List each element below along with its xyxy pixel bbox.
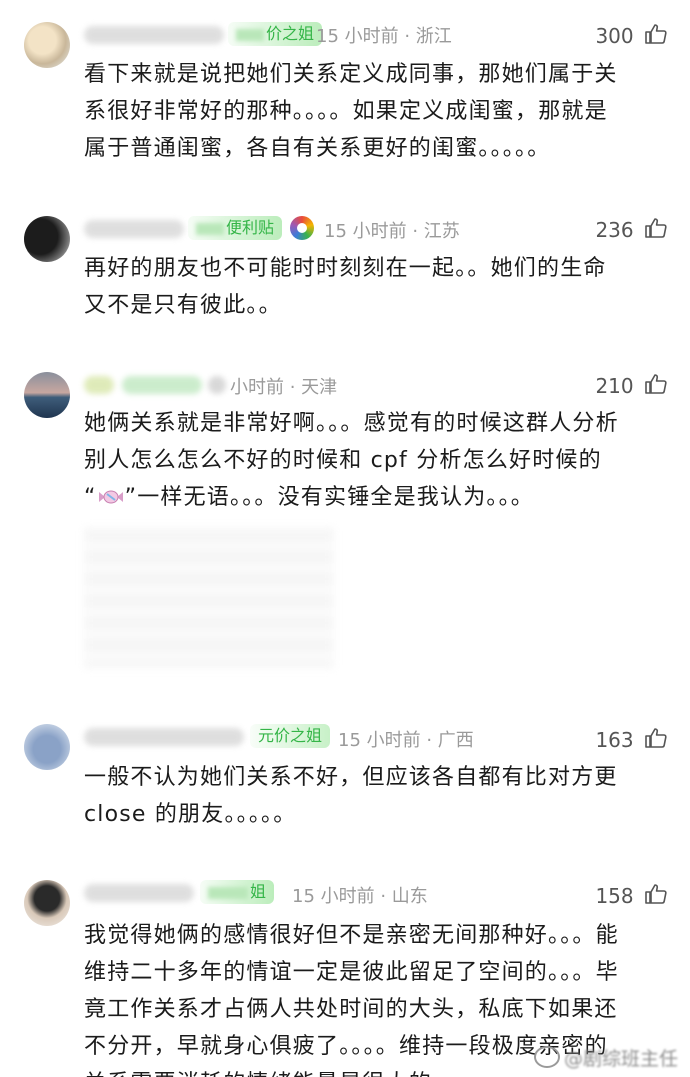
user-badge[interactable]: 姐 (200, 880, 275, 904)
like-count: 210 (595, 374, 634, 398)
comment-meta: 15 小时前 · 山东 (292, 886, 428, 907)
quote-open: “ (84, 485, 97, 510)
comment-line: 我觉得她俩的感情很好但不是亲密无间那种好。。。能 (84, 923, 619, 948)
comment-line: 别人怎么怎么不好的时候和 cpf 分析怎么好时候的 (84, 448, 602, 473)
like-button[interactable]: 300 (595, 22, 668, 48)
thumbs-up-icon (645, 884, 667, 904)
comment-line: 属于普通闺蜜，各自有关系更好的闺蜜。。。。。 (84, 136, 551, 161)
comment-line: 看下来就是说把她们关系定义成同事，那她们属于关 (84, 62, 618, 87)
comment-text: 她俩关系就是非常好啊。。。感觉有的时候这群人分析 别人怎么怎么不好的时候和 cp… (84, 405, 666, 516)
comment-text: 再好的朋友也不可能时时刻刻在一起。。她们的生命 又不是只有彼此。。 (84, 250, 666, 324)
username-blurred[interactable] (84, 884, 194, 902)
user-badge[interactable]: 便利贴 (188, 216, 283, 240)
comment-line: 竟工作关系才占俩人共处时间的大头，私底下如果还 (84, 997, 618, 1022)
quote-rest: ”一样无语。。。没有实锤全是我认为。。。 (124, 485, 535, 510)
like-button[interactable]: 236 (595, 216, 668, 242)
username-blurred[interactable] (84, 220, 184, 238)
user-badge[interactable]: 元价之姐 (250, 724, 331, 748)
like-button[interactable]: 210 (595, 372, 668, 398)
candy-emoji-icon (98, 490, 123, 504)
like-button[interactable]: 158 (595, 882, 668, 908)
like-count: 300 (595, 24, 634, 48)
comment-text: 看下来就是说把她们关系定义成同事，那她们属于关 系很好非常好的那种。。。。如果定… (84, 56, 666, 167)
badge-label: 元价之姐 (258, 726, 323, 745)
thumbs-up-icon (645, 218, 667, 238)
thumbs-up-icon (645, 728, 667, 748)
avatar[interactable] (24, 372, 70, 418)
comment-line: close 的朋友。。。。。 (84, 802, 297, 827)
comment-line: 再好的朋友也不可能时时刻刻在一起。。她们的生命 (84, 256, 607, 281)
medal-icon (290, 216, 314, 240)
comment-line: 又不是只有彼此。。 (84, 293, 282, 318)
badge-label: 价之姐 (266, 24, 315, 43)
comment-text: 一般不认为她们关系不好，但应该各自都有比对方更 close 的朋友。。。。。 (84, 759, 666, 833)
blurred-image (84, 528, 334, 668)
comment-meta: 15 小时前 · 浙江 (316, 26, 452, 47)
weibo-watermark: @剧综班主任 (533, 1044, 678, 1071)
watermark-text: @剧综班主任 (563, 1048, 678, 1070)
thumbs-up-icon (645, 24, 667, 44)
username-blurred[interactable] (84, 376, 114, 394)
user-badge[interactable]: 价之姐 (228, 22, 323, 46)
comment-line: 一般不认为她们关系不好，但应该各自都有比对方更 (84, 765, 618, 790)
icon-blurred (208, 376, 226, 394)
avatar[interactable] (24, 880, 70, 926)
username-blurred[interactable] (84, 728, 244, 746)
avatar[interactable] (24, 216, 70, 262)
like-count: 158 (595, 884, 634, 908)
comment-line: 系很好非常好的那种。。。。如果定义成闺蜜，那就是 (84, 99, 608, 124)
like-count: 236 (595, 218, 634, 242)
avatar[interactable] (24, 22, 70, 68)
avatar[interactable] (24, 724, 70, 770)
comment-meta: 小时前 · 天津 (230, 377, 338, 398)
badge-label: 姐 (250, 882, 267, 901)
comment-line: 维持二十多年的情谊一定是彼此留足了空间的。。。毕 (84, 960, 619, 985)
comment-line: “ ”一样无语。。。没有实锤全是我认为。。。 (84, 479, 666, 516)
comment-meta: 15 小时前 · 广西 (338, 730, 474, 751)
comment-meta: 15 小时前 · 江苏 (324, 221, 460, 242)
like-count: 163 (595, 728, 634, 752)
thumbs-up-icon (645, 374, 667, 394)
weibo-logo-icon (533, 1046, 560, 1068)
username-blurred[interactable] (84, 26, 224, 44)
comment-line: 她俩关系就是非常好啊。。。感觉有的时候这群人分析 (84, 411, 619, 436)
like-button[interactable]: 163 (595, 726, 668, 752)
badge-label: 便利贴 (226, 218, 275, 237)
badge-blurred[interactable] (122, 376, 202, 394)
